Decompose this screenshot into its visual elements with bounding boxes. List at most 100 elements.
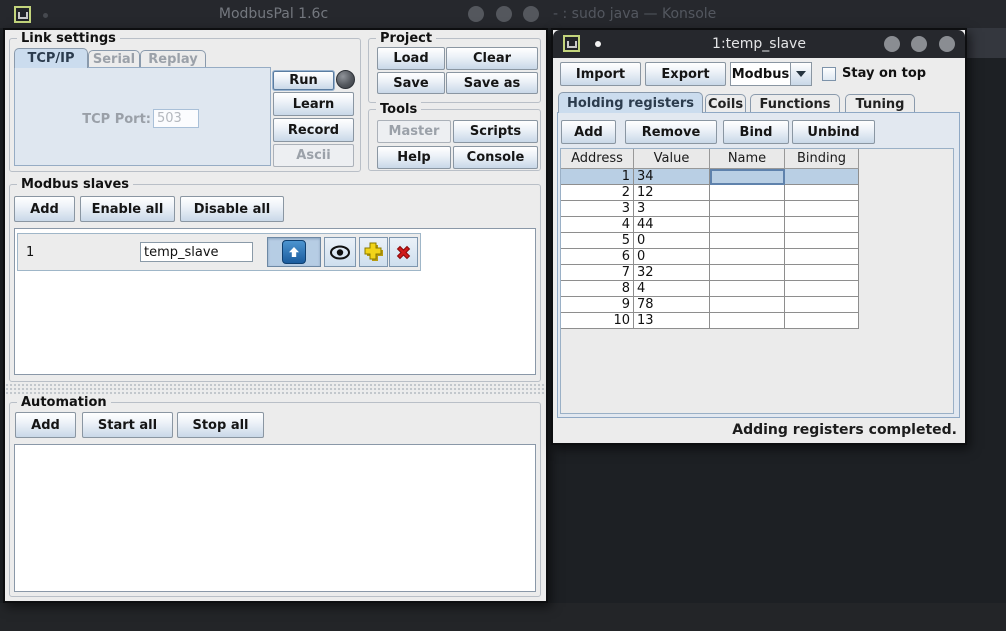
unbind-button[interactable]: Unbind	[792, 120, 875, 144]
tcp-port-input[interactable]	[153, 109, 199, 128]
tab-serial[interactable]: Serial	[88, 50, 140, 68]
save-as-button[interactable]: Save as	[446, 72, 538, 94]
cell-address[interactable]: 6	[561, 249, 634, 265]
table-row[interactable]: 212	[561, 185, 953, 201]
cell-name[interactable]	[710, 201, 785, 217]
column-header-value[interactable]: Value	[634, 149, 710, 169]
column-header-name[interactable]: Name	[710, 149, 785, 169]
cell-binding[interactable]	[785, 169, 859, 185]
table-row[interactable]: 50	[561, 233, 953, 249]
stay-on-top-checkbox[interactable]	[822, 67, 836, 81]
slave-window-titlebar[interactable]: 1:temp_slave	[553, 30, 965, 58]
slave-duplicate-button[interactable]	[359, 237, 388, 267]
cell-address[interactable]: 1	[561, 169, 634, 185]
combobox-arrow-button[interactable]	[790, 63, 811, 85]
cell-address[interactable]: 4	[561, 217, 634, 233]
export-button[interactable]: Export	[645, 62, 726, 86]
enable-all-button[interactable]: Enable all	[80, 196, 175, 222]
table-row[interactable]: 444	[561, 217, 953, 233]
cell-value[interactable]: 32	[634, 265, 710, 281]
cell-value[interactable]: 12	[634, 185, 710, 201]
load-button[interactable]: Load	[377, 47, 445, 70]
split-pane-divider[interactable]	[5, 383, 546, 394]
cell-address[interactable]: 5	[561, 233, 634, 249]
master-button[interactable]: Master	[377, 120, 451, 143]
add-automation-button[interactable]: Add	[15, 412, 76, 438]
slave-minimize-button[interactable]	[884, 36, 900, 52]
cell-binding[interactable]	[785, 249, 859, 265]
cell-value[interactable]: 78	[634, 297, 710, 313]
save-button[interactable]: Save	[377, 72, 445, 94]
slave-maximize-button[interactable]	[911, 36, 927, 52]
cell-address[interactable]: 8	[561, 281, 634, 297]
add-register-button[interactable]: Add	[561, 120, 616, 144]
cell-name[interactable]	[710, 233, 785, 249]
cell-binding[interactable]	[785, 201, 859, 217]
slave-enable-toggle[interactable]	[267, 237, 321, 267]
learn-button[interactable]: Learn	[273, 92, 354, 116]
modbuspal-close-button[interactable]	[523, 6, 539, 22]
konsole-titlebar[interactable]: - : sudo java — Konsole ModbusPal 1.6c	[0, 0, 1006, 28]
column-header-binding[interactable]: Binding	[785, 149, 859, 169]
disable-all-button[interactable]: Disable all	[180, 196, 284, 222]
start-all-button[interactable]: Start all	[82, 412, 173, 438]
tab-coils[interactable]: Coils	[705, 94, 746, 113]
tab-replay[interactable]: Replay	[140, 50, 206, 68]
table-row[interactable]: 978	[561, 297, 953, 313]
cell-binding[interactable]	[785, 185, 859, 201]
cell-name[interactable]	[710, 169, 785, 185]
slave-delete-button[interactable]	[389, 237, 418, 267]
table-row[interactable]: 84	[561, 281, 953, 297]
modbuspal-maximize-button[interactable]	[496, 6, 512, 22]
cell-name[interactable]	[710, 313, 785, 329]
modbus-combobox[interactable]: Modbus	[730, 62, 812, 86]
cell-address[interactable]: 9	[561, 297, 634, 313]
tab-tuning[interactable]: Tuning	[845, 94, 915, 113]
cell-address[interactable]: 2	[561, 185, 634, 201]
cell-value[interactable]: 0	[634, 249, 710, 265]
tab-tcpip[interactable]: TCP/IP	[14, 48, 88, 68]
cell-value[interactable]: 4	[634, 281, 710, 297]
help-button[interactable]: Help	[377, 146, 451, 169]
cell-binding[interactable]	[785, 233, 859, 249]
cell-name[interactable]	[710, 217, 785, 233]
stop-all-button[interactable]: Stop all	[177, 412, 264, 438]
table-row[interactable]: 60	[561, 249, 953, 265]
cell-binding[interactable]	[785, 265, 859, 281]
add-slave-button[interactable]: Add	[14, 196, 75, 222]
slave-close-button[interactable]	[939, 36, 955, 52]
console-button[interactable]: Console	[453, 146, 538, 169]
tab-functions[interactable]: Functions	[750, 94, 840, 113]
table-row[interactable]: 1013	[561, 313, 953, 329]
cell-binding[interactable]	[785, 281, 859, 297]
cell-name[interactable]	[710, 185, 785, 201]
cell-binding[interactable]	[785, 313, 859, 329]
bind-button[interactable]: Bind	[723, 120, 789, 144]
cell-binding[interactable]	[785, 217, 859, 233]
cell-binding[interactable]	[785, 297, 859, 313]
table-row[interactable]: 134	[561, 169, 953, 185]
cell-value[interactable]: 13	[634, 313, 710, 329]
table-row[interactable]: 732	[561, 265, 953, 281]
cell-value[interactable]: 44	[634, 217, 710, 233]
record-button[interactable]: Record	[273, 118, 354, 142]
remove-register-button[interactable]: Remove	[625, 120, 717, 144]
column-header-address[interactable]: Address	[561, 149, 634, 169]
import-button[interactable]: Import	[560, 62, 641, 86]
cell-value[interactable]: 34	[634, 169, 710, 185]
cell-value[interactable]: 3	[634, 201, 710, 217]
cell-address[interactable]: 10	[561, 313, 634, 329]
cell-name[interactable]	[710, 265, 785, 281]
cell-name[interactable]	[710, 281, 785, 297]
modbuspal-minimize-button[interactable]	[468, 6, 484, 22]
slave-name-input[interactable]	[140, 242, 253, 262]
table-row[interactable]: 33	[561, 201, 953, 217]
run-button[interactable]: Run	[273, 71, 334, 90]
cell-name[interactable]	[710, 297, 785, 313]
cell-name[interactable]	[710, 249, 785, 265]
slave-view-button[interactable]	[324, 237, 356, 267]
cell-address[interactable]: 7	[561, 265, 634, 281]
cell-address[interactable]: 3	[561, 201, 634, 217]
ascii-button[interactable]: Ascii	[273, 144, 354, 167]
cell-value[interactable]: 0	[634, 233, 710, 249]
